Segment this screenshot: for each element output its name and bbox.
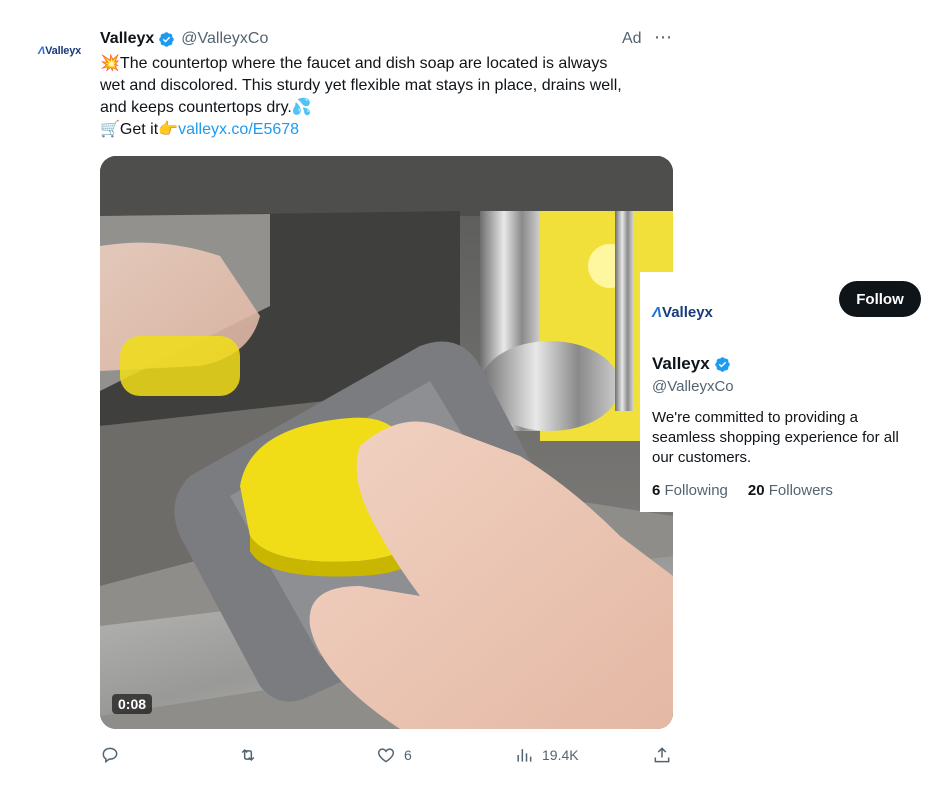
verified-badge-icon — [159, 31, 175, 47]
follow-button[interactable]: Follow — [839, 281, 921, 317]
following-link[interactable]: 6 Following — [652, 482, 728, 499]
followers-count: 20 — [747, 482, 765, 499]
author-avatar[interactable]: Λ Valleyx — [38, 40, 90, 62]
following-count: 6 — [652, 482, 661, 499]
valleyx-logo-mark: Λ — [652, 304, 663, 321]
cta-text: 🛒Get it👉 — [100, 121, 179, 138]
hovercard-stats: 6 Following 20 Followers — [652, 482, 833, 499]
hovercard-logo-text: Valleyx — [662, 304, 713, 321]
followers-label: Followers — [768, 482, 833, 499]
heart-icon — [377, 748, 395, 763]
hovercard-avatar[interactable]: ΛValleyx — [652, 304, 713, 321]
video-frame — [100, 156, 673, 729]
product-link[interactable]: valleyx.co/E5678 — [178, 121, 299, 138]
cta-line: 🛒Get it👉valleyx.co/E5678 — [100, 119, 675, 141]
profile-hovercard: ΛValleyx Follow Valleyx @ValleyxCo We're… — [640, 272, 940, 512]
tweet-text: 💥The countertop where the faucet and dis… — [100, 53, 675, 141]
reply-button[interactable] — [100, 745, 120, 765]
retweet-button[interactable] — [238, 745, 258, 765]
hovercard-handle[interactable]: @ValleyxCo — [652, 378, 734, 395]
tweet-text-line: wet and discolored. This sturdy yet flex… — [100, 77, 622, 94]
share-button[interactable] — [652, 745, 672, 765]
views-button[interactable]: 19.4K — [514, 745, 579, 765]
tweet-header: Valleyx @ValleyxCo — [100, 28, 268, 50]
tweet-text-line: and keeps countertops dry.💦 — [100, 99, 312, 116]
like-button[interactable]: 6 — [376, 745, 412, 765]
tweet-actions: 6 19.4K — [100, 745, 675, 769]
tweet-text-line: 💥The countertop where the faucet and dis… — [100, 55, 608, 72]
author-name[interactable]: Valleyx — [100, 30, 154, 48]
like-count: 6 — [404, 747, 412, 763]
more-horizontal-icon[interactable]: ⋯ — [654, 27, 673, 48]
reply-icon — [102, 747, 118, 764]
followers-link[interactable]: 20 Followers — [748, 482, 833, 499]
views-chart-icon — [517, 749, 532, 762]
hovercard-name[interactable]: Valleyx — [652, 354, 710, 374]
video-duration: 0:08 — [112, 694, 153, 714]
following-label: Following — [664, 482, 728, 499]
valleyx-logo-mark: Λ — [38, 45, 46, 57]
ad-label: Ad — [622, 30, 642, 47]
author-handle[interactable]: @ValleyxCo — [181, 30, 268, 48]
avatar-logo-text: Valleyx — [45, 45, 82, 57]
verified-badge-icon — [714, 356, 730, 372]
video-player[interactable] — [100, 156, 673, 729]
views-count: 19.4K — [542, 747, 579, 763]
share-icon — [654, 747, 670, 763]
hovercard-name-row: Valleyx — [652, 354, 731, 374]
hovercard-bio: We're committed to providing a seamless … — [652, 409, 899, 466]
retweet-icon — [241, 748, 255, 762]
